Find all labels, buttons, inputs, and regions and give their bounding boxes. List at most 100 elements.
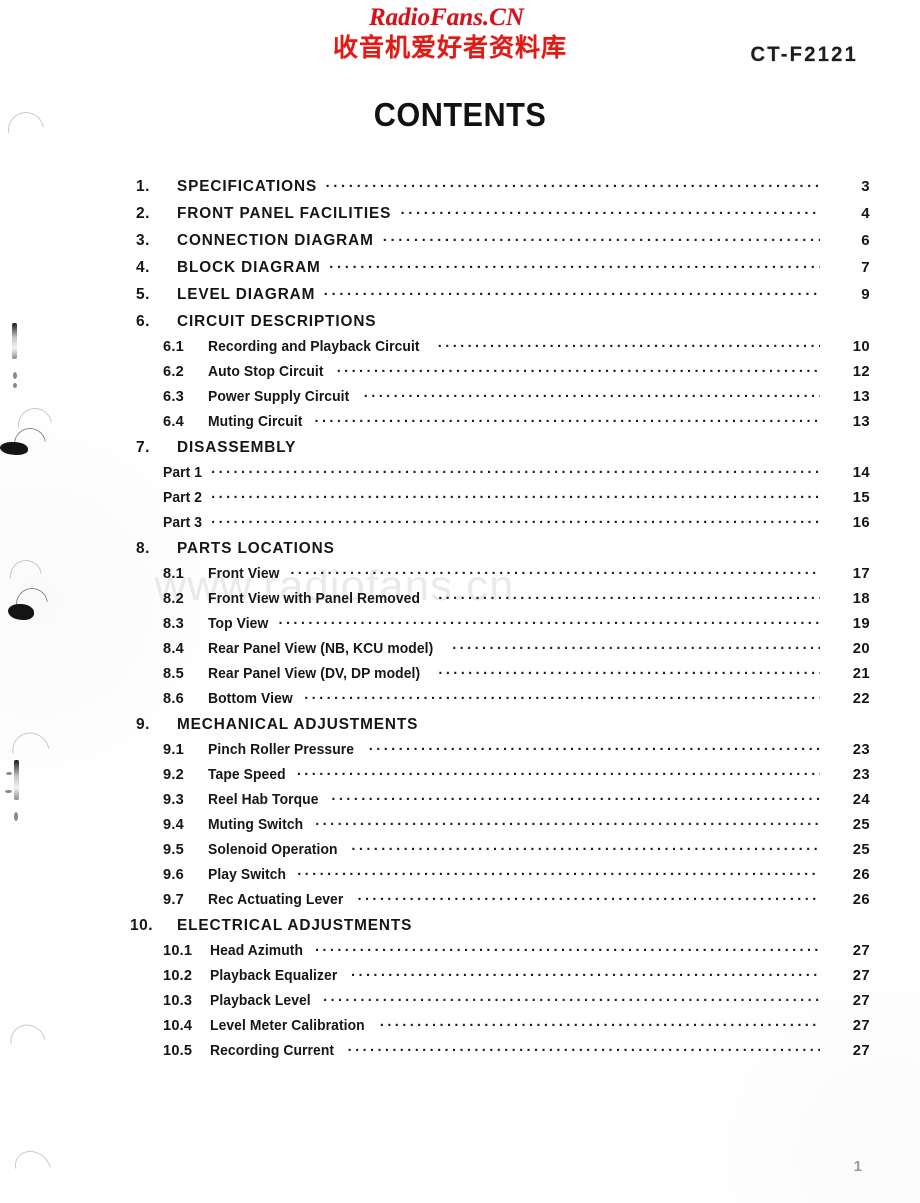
toc-page-number: 9 — [861, 285, 870, 303]
toc-row[interactable]: 6.2 Auto Stop Circuit 12 — [0, 361, 920, 386]
toc-item-label: Rec Actuating Lever — [208, 891, 344, 908]
toc-row[interactable]: 10.4 Level Meter Calibration 27 — [0, 1015, 920, 1040]
toc-item-number: 8.2 — [163, 590, 184, 607]
toc-item-number: 9. — [136, 715, 150, 733]
toc-item-number: 8. — [136, 539, 150, 557]
toc-row[interactable]: 8.1 Front View 17 — [0, 563, 920, 588]
toc-row[interactable]: 9.6 Play Switch 26 — [0, 864, 920, 889]
toc-item-label: Bottom View — [208, 690, 293, 707]
toc-item-number: 3. — [136, 231, 150, 249]
toc-row[interactable]: 6.3 Power Supply Circuit 13 — [0, 386, 920, 411]
model-number: CT-F2121 — [750, 43, 858, 66]
toc-page-number: 22 — [852, 690, 870, 707]
toc-row[interactable]: 6.1 Recording and Playback Circuit 10 — [0, 336, 920, 361]
toc-page-number: 27 — [852, 942, 870, 959]
toc-page-number: 27 — [852, 992, 870, 1009]
toc-row[interactable]: Part 2 15 — [0, 487, 920, 512]
toc-item-number: 5. — [136, 285, 150, 303]
toc-item-label: Reel Hab Torque — [208, 791, 319, 808]
toc-item-number: 10.3 — [163, 992, 193, 1009]
toc-row[interactable]: 9.5 Solenoid Operation 25 — [0, 839, 920, 864]
toc-item-number: 6. — [136, 312, 150, 330]
page-title: CONTENTS — [373, 96, 547, 133]
toc-page-number: 13 — [852, 413, 870, 430]
toc-leader-dots — [297, 764, 820, 779]
toc-item-number: 9.7 — [163, 891, 184, 908]
toc-item-label: Playback Level — [210, 992, 311, 1009]
toc-item-number: 6.1 — [163, 338, 184, 355]
toc-item-label: LEVEL DIAGRAM — [177, 285, 316, 303]
toc-item-label: Head Azimuth — [210, 942, 304, 959]
toc-item-number: 7. — [136, 438, 150, 456]
toc-item-number: 10.4 — [163, 1017, 193, 1034]
toc-page-number: 15 — [852, 489, 870, 506]
toc-item-label: Rear Panel View (NB, KCU model) — [208, 640, 434, 657]
toc-leader-dots — [380, 1015, 820, 1030]
toc-row[interactable]: 5. LEVEL DIAGRAM 9 — [0, 283, 920, 310]
toc-leader-dots — [369, 739, 820, 754]
toc-row[interactable]: 9.4 Muting Switch 25 — [0, 814, 920, 839]
toc-row[interactable]: 10.2 Playback Equalizer 27 — [0, 965, 920, 990]
toc-row[interactable]: 9.1 Pinch Roller Pressure 23 — [0, 739, 920, 764]
toc-row[interactable]: 10. ELECTRICAL ADJUSTMENTS — [0, 914, 920, 940]
toc-row[interactable]: 9. MECHANICAL ADJUSTMENTS — [0, 713, 920, 739]
toc-page-number: 23 — [852, 741, 870, 758]
toc-row[interactable]: Part 1 14 — [0, 462, 920, 487]
toc-page-number: 26 — [852, 891, 870, 908]
toc-row[interactable]: 4. BLOCK DIAGRAM 7 — [0, 256, 920, 283]
toc-item-label: Front View — [208, 565, 280, 582]
toc-item-label: Solenoid Operation — [208, 841, 338, 858]
toc-row[interactable]: 10.1 Head Azimuth 27 — [0, 940, 920, 965]
toc-leader-dots — [357, 889, 820, 904]
toc-item-number: 9.1 — [163, 741, 184, 758]
toc-row[interactable]: 7. DISASSEMBLY — [0, 436, 920, 462]
toc-row[interactable]: 6. CIRCUIT DESCRIPTIONS — [0, 310, 920, 336]
toc-leader-dots — [348, 1040, 820, 1055]
toc-leader-dots — [304, 688, 820, 703]
toc-row[interactable]: 8.4 Rear Panel View (NB, KCU model) 20 — [0, 638, 920, 663]
toc-item-label: Muting Switch — [208, 816, 304, 833]
toc-item-label: Part 1 — [163, 464, 203, 481]
toc-item-label: CONNECTION DIAGRAM — [177, 231, 374, 249]
toc-row[interactable]: 2. FRONT PANEL FACILITIES 4 — [0, 202, 920, 229]
toc-leader-dots — [324, 283, 820, 299]
toc-row[interactable]: 3. CONNECTION DIAGRAM 6 — [0, 229, 920, 256]
toc-row[interactable]: 9.3 Reel Hab Torque 24 — [0, 789, 920, 814]
toc-leader-dots — [211, 462, 820, 477]
site-brand-cjk: 收音机爱好者资料库 — [333, 33, 568, 63]
toc-row[interactable]: 6.4 Muting Circuit 13 — [0, 411, 920, 436]
toc-row[interactable]: 9.2 Tape Speed 23 — [0, 764, 920, 789]
toc-leader-dots — [315, 814, 820, 829]
toc-item-number: 6.3 — [163, 388, 184, 405]
toc-leader-dots — [323, 990, 820, 1005]
toc-item-number: 8.6 — [163, 690, 184, 707]
toc-page-number: 4 — [861, 204, 870, 222]
toc-row[interactable]: 8.6 Bottom View 22 — [0, 688, 920, 713]
scan-artifact-hole-arc — [8, 1143, 58, 1193]
toc-page-number: 20 — [852, 640, 870, 657]
toc-row[interactable]: 8.2 Front View with Panel Removed 18 — [0, 588, 920, 613]
toc-item-label: ELECTRICAL ADJUSTMENTS — [177, 916, 413, 934]
toc-item-label: Front View with Panel Removed — [208, 590, 421, 607]
toc-page-number: 24 — [852, 791, 870, 808]
toc-item-number: 8.5 — [163, 665, 184, 682]
toc-row[interactable]: 8. PARTS LOCATIONS — [0, 537, 920, 563]
toc-item-number: 8.1 — [163, 565, 184, 582]
toc-leader-dots — [326, 175, 821, 191]
toc-leader-dots — [400, 202, 820, 218]
toc-page-number: 21 — [852, 665, 870, 682]
toc-leader-dots — [438, 336, 820, 351]
toc-row[interactable]: 8.5 Rear Panel View (DV, DP model) 21 — [0, 663, 920, 688]
toc-row[interactable]: 10.5 Recording Current 27 — [0, 1040, 920, 1065]
toc-row[interactable]: 1. SPECIFICATIONS 3 — [0, 175, 920, 202]
toc-page-number: 26 — [852, 866, 870, 883]
toc-item-number: 9.4 — [163, 816, 184, 833]
toc-page-number: 3 — [861, 177, 870, 195]
toc-leader-dots — [351, 839, 820, 854]
toc-row[interactable]: 8.3 Top View 19 — [0, 613, 920, 638]
toc-row[interactable]: 9.7 Rec Actuating Lever 26 — [0, 889, 920, 914]
toc-page-number: 14 — [852, 464, 870, 481]
toc-leader-dots — [315, 940, 820, 955]
toc-row[interactable]: 10.3 Playback Level 27 — [0, 990, 920, 1015]
toc-row[interactable]: Part 3 16 — [0, 512, 920, 537]
